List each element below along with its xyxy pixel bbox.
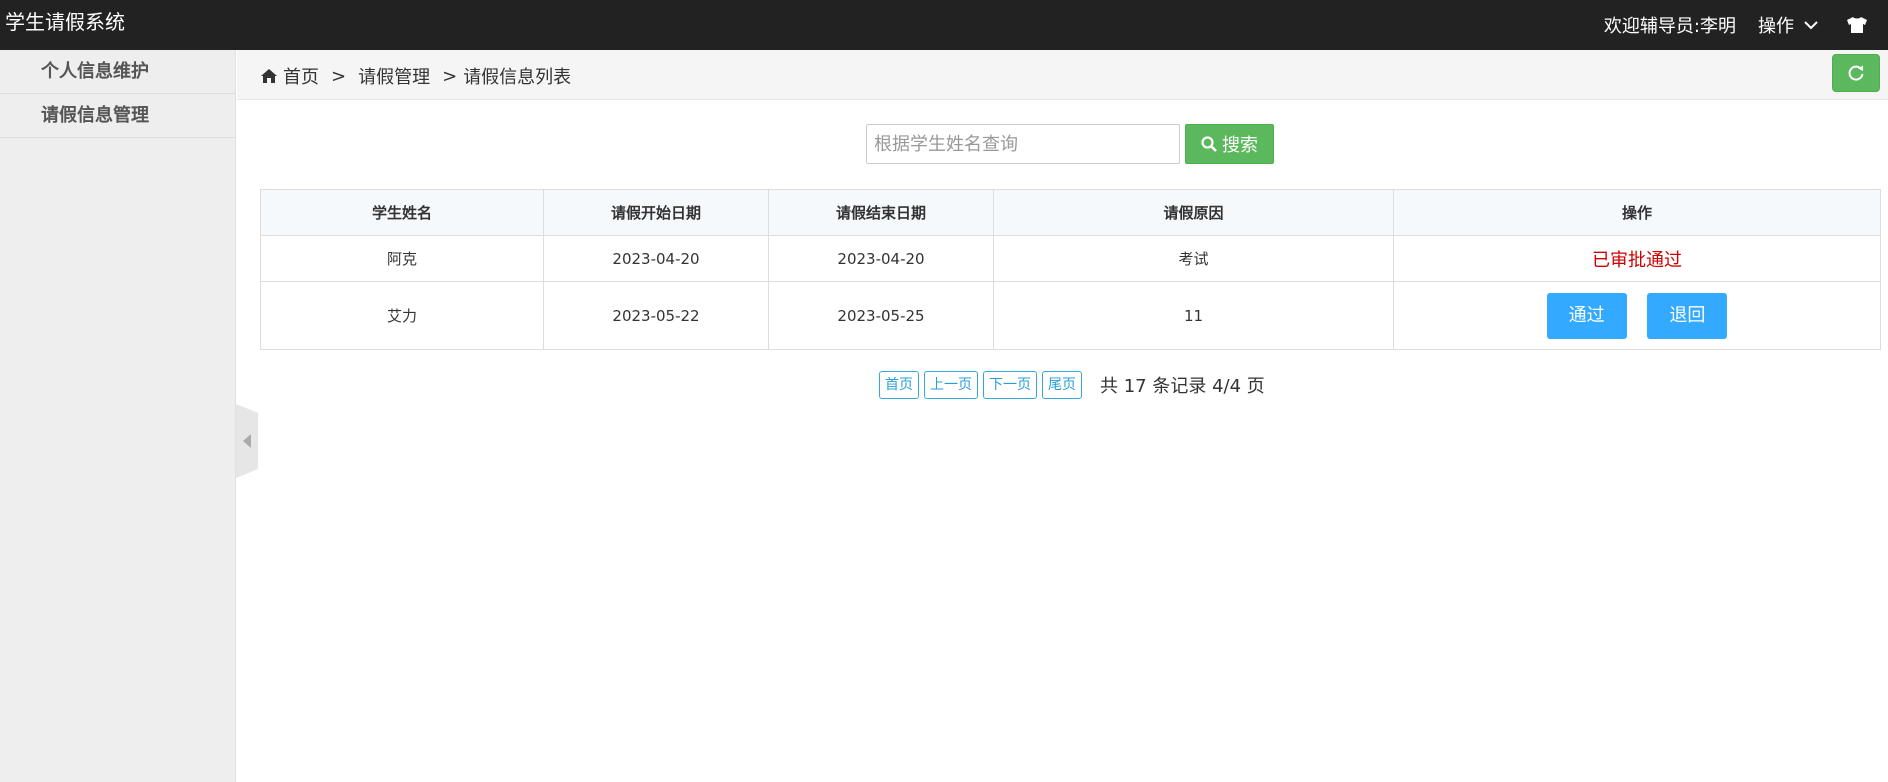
app-title[interactable]: 学生请假系统	[5, 10, 125, 34]
cell-end-date: 2023-05-25	[768, 281, 994, 350]
cell-end-date: 2023-04-20	[768, 235, 994, 282]
cell-student-name: 艾力	[260, 281, 544, 350]
sidebar-collapse-handle[interactable]	[236, 404, 258, 478]
status-approved-text: 已审批通过	[1592, 249, 1682, 271]
table-header-row: 学生姓名 请假开始日期 请假结束日期 请假原因 操作	[260, 189, 1881, 236]
cell-reason: 11	[993, 281, 1394, 350]
operations-dropdown[interactable]: 操作	[1758, 12, 1818, 38]
search-button-label: 搜索	[1222, 135, 1258, 156]
page-prev-button[interactable]: 上一页	[924, 371, 978, 399]
breadcrumb-separator: >	[331, 65, 347, 87]
cell-reason: 考试	[993, 235, 1394, 282]
home-icon	[261, 69, 277, 83]
cell-start-date: 2023-05-22	[543, 281, 769, 350]
cell-actions: 通过 退回	[1393, 281, 1881, 350]
breadcrumb-home[interactable]: 首页	[283, 63, 319, 89]
search-input[interactable]	[866, 124, 1180, 164]
refresh-button[interactable]	[1832, 54, 1880, 92]
sidebar-item-leave-management[interactable]: 请假信息管理	[0, 94, 235, 138]
top-navbar: 学生请假系统 欢迎辅导员:李明 操作	[0, 0, 1888, 50]
approve-button[interactable]: 通过	[1546, 292, 1627, 339]
column-header-end-date: 请假结束日期	[768, 189, 994, 236]
column-header-start-date: 请假开始日期	[543, 189, 769, 236]
chevron-down-icon	[1804, 21, 1818, 30]
breadcrumb-bar: 首页 > 请假管理 > 请假信息列表	[237, 50, 1888, 100]
sidebar: 个人信息维护 请假信息管理	[0, 50, 236, 782]
breadcrumb-leave-list: 请假信息列表	[463, 67, 572, 88]
page-first-button[interactable]: 首页	[879, 371, 919, 399]
breadcrumb: 首页 > 请假管理 > 请假信息列表	[261, 63, 571, 89]
leave-table: 学生姓名 请假开始日期 请假结束日期 请假原因 操作 阿克 2023-04-20…	[260, 189, 1881, 350]
page-next-button[interactable]: 下一页	[983, 371, 1037, 399]
search-bar: 搜索	[866, 124, 1274, 164]
pagination-info: 共 17 条记录 4/4 页	[1100, 376, 1265, 397]
breadcrumb-separator: >	[442, 65, 458, 87]
cell-start-date: 2023-04-20	[543, 235, 769, 282]
column-header-actions: 操作	[1393, 189, 1881, 236]
search-button[interactable]: 搜索	[1185, 124, 1274, 164]
refresh-icon	[1848, 65, 1864, 81]
cell-student-name: 阿克	[260, 235, 544, 282]
tshirt-icon[interactable]	[1846, 16, 1868, 34]
welcome-text: 欢迎辅导员:李明	[1603, 16, 1736, 37]
top-right-area: 欢迎辅导员:李明 操作	[1604, 0, 1888, 50]
column-header-reason: 请假原因	[993, 189, 1394, 236]
column-header-student-name: 学生姓名	[260, 189, 544, 236]
sidebar-item-personal-info[interactable]: 个人信息维护	[0, 50, 235, 94]
page-last-button[interactable]: 尾页	[1042, 371, 1082, 399]
breadcrumb-leave-management[interactable]: 请假管理	[358, 63, 430, 89]
operations-label: 操作	[1758, 16, 1794, 37]
pagination: 首页 上一页 下一页 尾页 共 17 条记录 4/4 页	[879, 371, 1265, 399]
cell-actions: 已审批通过	[1393, 235, 1881, 282]
search-icon	[1201, 136, 1217, 152]
table-row: 阿克 2023-04-20 2023-04-20 考试 已审批通过	[260, 235, 1881, 282]
reject-button[interactable]: 退回	[1647, 292, 1728, 339]
table-row: 艾力 2023-05-22 2023-05-25 11 通过 退回	[260, 281, 1881, 350]
caret-left-icon	[243, 434, 251, 448]
